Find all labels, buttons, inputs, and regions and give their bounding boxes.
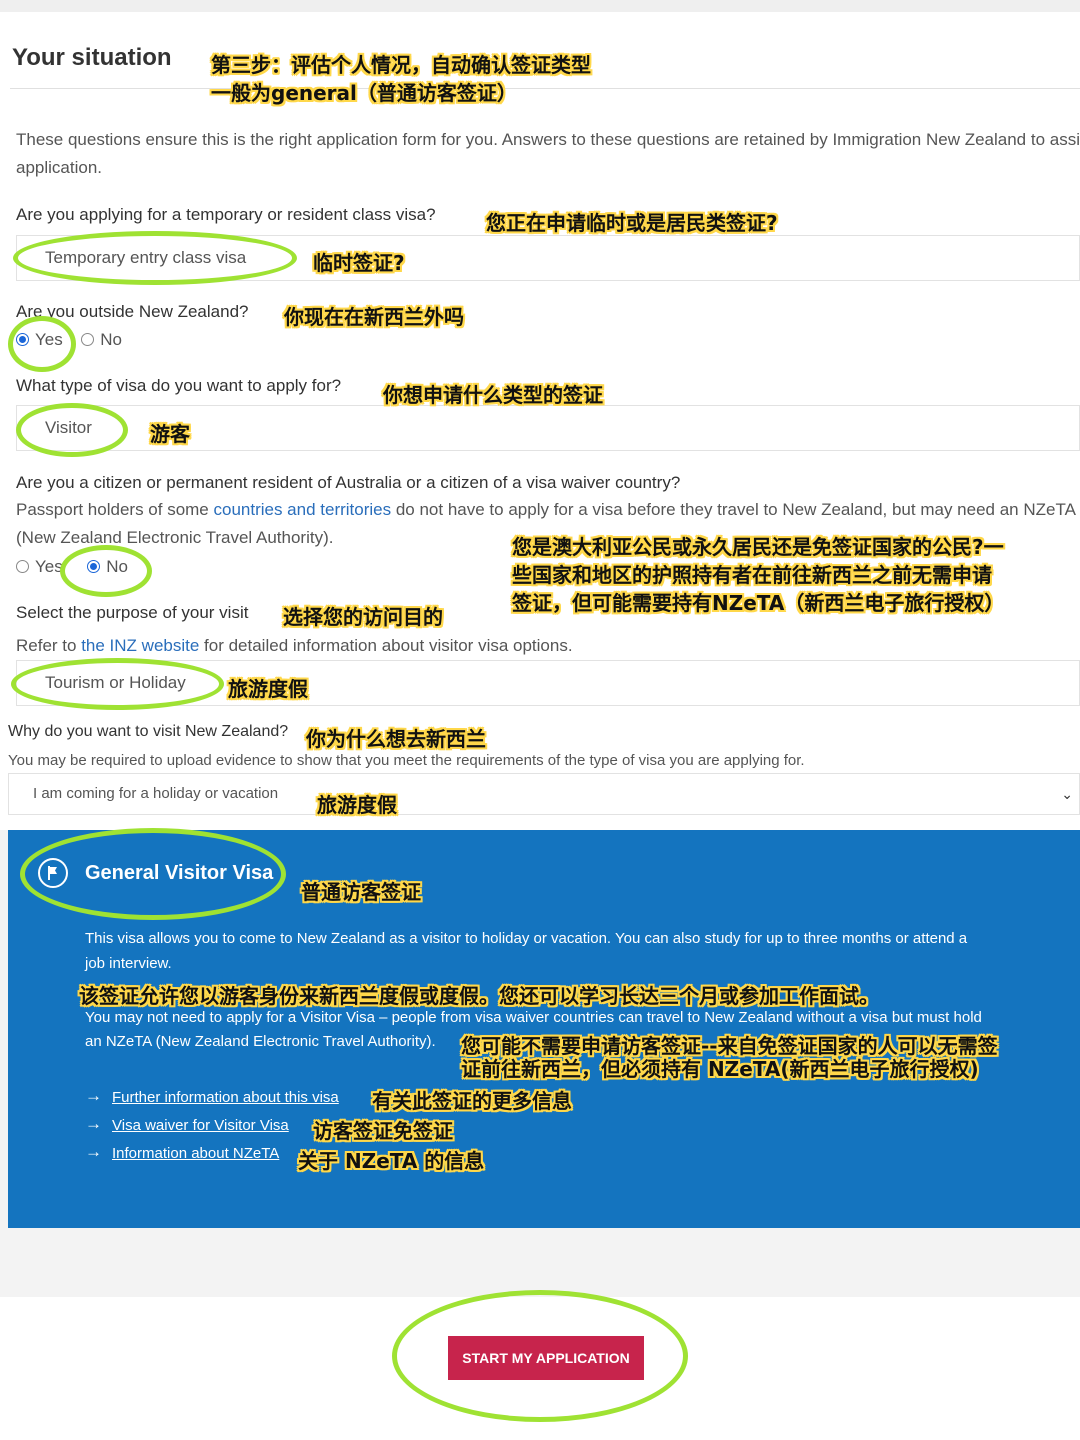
citizen-desc: Passport holders of some countries and t… (16, 500, 1076, 520)
page: Your situation These questions ensure th… (0, 0, 1080, 1440)
nzeta-info-link[interactable]: Information about NZeTA (112, 1145, 279, 1162)
question-why-visit: Why do you want to visit New Zealand? (8, 723, 289, 740)
result-desc-2b: an NZeTA (New Zealand Electronic Travel … (85, 1033, 436, 1050)
citizen-desc-text: Passport holders of some (16, 500, 214, 519)
visa-waiver-link[interactable]: Visa waiver for Visitor Visa (112, 1117, 289, 1134)
annotation-q5: 选择您的访问目的 (283, 605, 443, 629)
citizen-yes-radio[interactable] (16, 560, 29, 573)
highlight-ring-start-button (392, 1290, 688, 1422)
highlight-ring-purpose (11, 658, 224, 710)
chevron-down-icon: ⌄ (1061, 786, 1073, 802)
citizen-desc-line2: (New Zealand Electronic Travel Authority… (16, 528, 334, 547)
further-info-link[interactable]: Further information about this visa (112, 1089, 339, 1106)
purpose-ref-text-2: for detailed information about visitor v… (199, 636, 573, 655)
highlight-ring-citizen-no (60, 545, 152, 597)
intro-text: These questions ensure this is the right… (16, 130, 1080, 149)
result-desc-1b: job interview. (85, 955, 172, 972)
annotation-desc1: 该签证允许您以游客身份来新西兰度假或度假。您还可以学习长达三个月或参加工作面试。 (79, 984, 879, 1008)
outside-nz-no-label: No (100, 330, 122, 349)
why-visit-value: I am coming for a holiday or vacation (33, 785, 279, 802)
highlight-ring-outside-yes (8, 316, 76, 372)
annotation-link1: 有关此签证的更多信息 (372, 1089, 572, 1113)
inz-website-link[interactable]: the INZ website (81, 636, 199, 655)
purpose-ref: Refer to the INZ website for detailed in… (16, 636, 573, 656)
annotation-q1-answer: 临时签证? (313, 251, 405, 275)
arrow-right-icon: → (85, 1142, 102, 1161)
annotation-q4-line1: 您是澳大利亚公民或永久居民还是免签证国家的公民?一 (512, 535, 1004, 559)
annotation-q6-answer: 旅游度假 (317, 793, 397, 817)
annotation-visa: 普通访客签证 (301, 880, 421, 904)
annotation-q3-answer: 游客 (150, 422, 190, 446)
question-purpose: Select the purpose of your visit (16, 603, 249, 622)
annotation-q3: 你想申请什么类型的签证 (383, 383, 603, 407)
annotation-q1: 您正在申请临时或是居民类签证? (486, 211, 778, 235)
highlight-ring-visa-title (20, 828, 286, 920)
question-visa-type: What type of visa do you want to apply f… (16, 376, 342, 395)
highlight-ring-visitor (16, 403, 128, 457)
citizen-yes-label: Yes (35, 557, 63, 576)
question-citizen: Are you a citizen or permanent resident … (16, 473, 681, 492)
result-desc-1: This visa allows you to come to New Zeal… (85, 930, 968, 947)
citizen-desc-text-2: do not have to apply for a visa before t… (391, 500, 1076, 519)
title-divider (10, 88, 1080, 89)
arrow-right-icon: → (85, 1114, 102, 1133)
question-visa-class: Are you applying for a temporary or resi… (16, 205, 436, 224)
annotation-q2: 你现在在新西兰外吗 (284, 305, 464, 329)
outside-nz-no-radio[interactable] (81, 333, 95, 346)
top-band (0, 0, 1080, 12)
highlight-ring-visa-class (13, 231, 297, 285)
page-title: Your situation (12, 44, 172, 71)
result-desc-2: You may not need to apply for a Visitor … (85, 1009, 982, 1026)
annotation-link3: 关于 NZeTA 的信息 (298, 1149, 485, 1173)
annotation-desc2-line2: 证前往新西兰，但必须持有 NZeTA(新西兰电子旅行授权) (461, 1057, 979, 1081)
purpose-ref-text: Refer to (16, 636, 82, 655)
arrow-right-icon: → (85, 1086, 102, 1105)
annotation-q4-line2: 些国家和地区的护照持有者在前往新西兰之前无需申请 (512, 563, 992, 587)
annotation-q5-answer: 旅游度假 (228, 677, 308, 701)
annotation-step: 第三步：评估个人情况，自动确认签证类型 (211, 53, 591, 77)
why-visit-desc: You may be required to upload evidence t… (8, 752, 805, 769)
annotation-q4-line3: 签证，但可能需要持有NZeTA（新西兰电子旅行授权） (512, 591, 1005, 615)
intro-text-2: application. (16, 158, 103, 177)
annotation-q6: 你为什么想去新西兰 (306, 727, 486, 751)
annotation-step-2: 一般为general（普通访客签证） (211, 81, 517, 105)
why-visit-select[interactable]: I am coming for a holiday or vacation ⌄ (8, 773, 1080, 815)
annotation-link2: 访客签证免签证 (313, 1119, 453, 1143)
countries-territories-link[interactable]: countries and territories (213, 500, 391, 519)
